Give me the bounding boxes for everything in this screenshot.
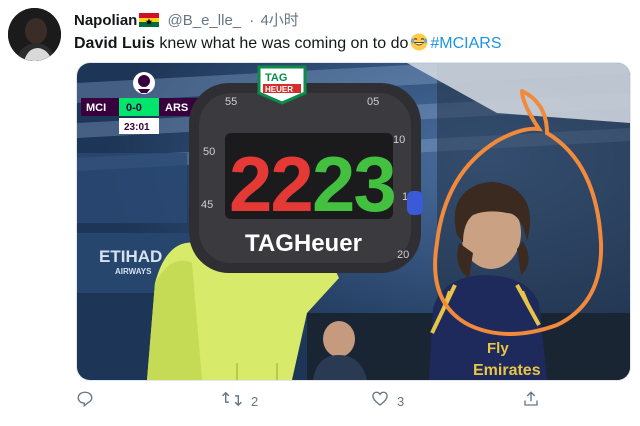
- tweet-actions: 2 3: [0, 388, 640, 418]
- brand-top: TAG: [265, 72, 287, 84]
- share-icon: [522, 390, 540, 413]
- sponsor-bottom: Emirates: [473, 362, 541, 379]
- like-count: 3: [397, 394, 405, 409]
- dial-number: 20: [397, 249, 409, 261]
- substitution-board: 55 05 10 50 15 45 20 TAG HEUER 22 23 TAG…: [189, 65, 423, 273]
- dial-number: 45: [201, 199, 213, 211]
- like-button[interactable]: 3: [371, 390, 404, 413]
- user-handle[interactable]: @B_e_lle_: [168, 12, 242, 29]
- led-right-number: 23: [312, 140, 395, 228]
- tweet-card: Napolian @B_e_lle_ · 4小时 David Luis knew…: [0, 0, 640, 426]
- etihad-sub-text: AIRWAYS: [115, 267, 152, 276]
- retweet-icon: [221, 390, 243, 413]
- retweet-count: 2: [251, 394, 259, 409]
- dial-number: 10: [393, 134, 405, 146]
- reply-button[interactable]: [76, 390, 102, 413]
- heart-icon: [371, 390, 389, 413]
- ghana-flag-icon: [139, 13, 160, 31]
- tweet-header: Napolian @B_e_lle_ · 4小时: [74, 9, 299, 31]
- reply-icon: [76, 390, 94, 413]
- tweet-text-plain: knew what he was coming on to do: [154, 35, 409, 52]
- match-clock: 23:01: [124, 122, 150, 133]
- brand-sub: HEUER: [265, 85, 293, 94]
- premier-league-logo-icon: [133, 72, 155, 94]
- etihad-text: ETIHAD: [99, 247, 162, 266]
- share-button[interactable]: [522, 390, 540, 413]
- retweet-button[interactable]: 2: [221, 390, 258, 413]
- dial-number: 55: [225, 96, 237, 108]
- dial-number: 50: [203, 146, 215, 158]
- display-name[interactable]: Napolian: [74, 12, 137, 29]
- sponsor-top: Fly: [487, 340, 509, 357]
- right-glove: [407, 191, 423, 215]
- dial-number: 05: [367, 96, 379, 108]
- laughing-emoji-icon: [410, 33, 428, 56]
- home-team: MCI: [86, 102, 106, 114]
- avatar[interactable]: [8, 8, 61, 61]
- tweet-text: David Luis knew what he was coming on to…: [74, 33, 502, 56]
- score: 0-0: [126, 102, 142, 114]
- tweet-media-image[interactable]: ETIHAD AIRWAYS MCI 0-0 ARS 23:01 55 05 1…: [76, 62, 631, 381]
- away-team: ARS: [165, 102, 188, 114]
- tweet-text-bold: David Luis: [74, 35, 155, 52]
- timestamp[interactable]: 4小时: [260, 12, 298, 29]
- separator-dot: ·: [249, 12, 255, 29]
- led-left-number: 22: [229, 140, 312, 228]
- hashtag-link[interactable]: #MCIARS: [430, 35, 501, 52]
- brand-bottom: TAGHeuer: [245, 230, 362, 257]
